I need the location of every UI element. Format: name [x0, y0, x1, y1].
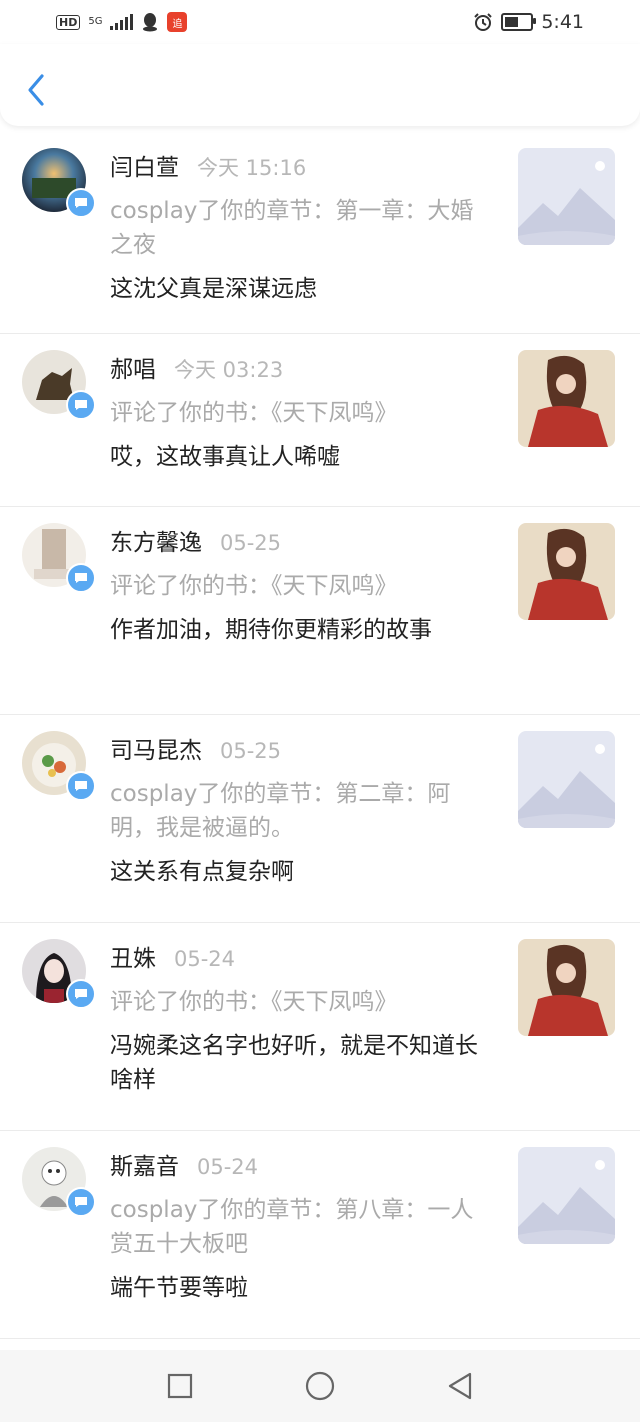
hd-indicator: HD — [56, 14, 81, 30]
comment-text: 作者加油，期待你更精彩的故事 — [110, 617, 432, 643]
alarm-icon — [474, 13, 493, 31]
comment-text: 冯婉柔这名字也好听，就是不知道长啥样 — [110, 1033, 478, 1093]
user-name[interactable]: 司马昆杰 — [110, 738, 202, 764]
recent-apps-button[interactable] — [165, 1371, 195, 1401]
home-button[interactable] — [305, 1371, 335, 1401]
back-button[interactable] — [445, 1371, 475, 1401]
circle-icon — [305, 1371, 335, 1401]
reference-text[interactable]: 评论了你的书：《天下凤鸣》 — [110, 569, 490, 603]
timestamp: 05-25 — [220, 531, 282, 555]
network-type: 5G — [88, 16, 103, 27]
timestamp: 05-24 — [174, 947, 236, 971]
name-line: 东方馨逸 05-25 — [110, 527, 490, 559]
comment-badge-icon — [66, 979, 96, 1009]
user-name[interactable]: 闫白萱 — [110, 155, 179, 181]
name-line: 斯嘉音 05-24 — [110, 1151, 490, 1183]
triangle-back-icon — [448, 1372, 472, 1400]
user-name[interactable]: 斯嘉音 — [110, 1154, 179, 1180]
status-left: HD 5G 追 — [56, 12, 188, 32]
timestamp: 今天 03:23 — [174, 358, 284, 382]
avatar-container[interactable] — [22, 939, 96, 1009]
system-nav-bar — [0, 1350, 640, 1422]
placeholder-image-thumb[interactable] — [518, 731, 615, 828]
comment-badge-icon — [66, 771, 96, 801]
book-cover-thumb[interactable] — [518, 350, 615, 447]
notification-item[interactable]: 斯嘉音 05-24 cosplay了你的章节：第八章：一人赏五十大板吧 端午节要等… — [0, 1131, 640, 1339]
status-right: 5:41 — [473, 11, 584, 33]
reference-text[interactable]: cosplay了你的章节：第二章：阿明，我是被逼的。 — [110, 777, 490, 845]
book-cover-thumb[interactable] — [518, 523, 615, 620]
notification-text: 斯嘉音 05-24 cosplay了你的章节：第八章：一人赏五十大板吧 端午节要等… — [110, 1151, 490, 1305]
notification-text: 闫白萱 今天 15:16 cosplay了你的章节：第一章：大婚之夜 这沈父真是深… — [110, 152, 490, 306]
signal-icon — [110, 14, 134, 30]
reference-text[interactable]: 评论了你的书：《天下凤鸣》 — [110, 396, 490, 430]
comment-badge-icon — [66, 563, 96, 593]
notification-list: 闫白萱 今天 15:16 cosplay了你的章节：第一章：大婚之夜 这沈父真是深… — [0, 132, 640, 1339]
comment-badge-icon — [66, 1187, 96, 1217]
notification-text: 东方馨逸 05-25 评论了你的书：《天下凤鸣》 作者加油，期待你更精彩的故事 — [110, 527, 490, 647]
avatar-container[interactable] — [22, 148, 96, 218]
app-notification-icon: 追 — [167, 12, 188, 32]
top-header — [0, 44, 640, 126]
square-icon — [167, 1373, 193, 1399]
notification-item[interactable]: 丑姝 05-24 评论了你的书：《天下凤鸣》 冯婉柔这名字也好听，就是不知道长啥样 — [0, 923, 640, 1131]
back-chevron-icon[interactable] — [24, 72, 48, 108]
reference-text[interactable]: cosplay了你的章节：第一章：大婚之夜 — [110, 194, 490, 262]
user-name[interactable]: 丑姝 — [110, 946, 156, 972]
clock: 5:41 — [541, 11, 584, 33]
placeholder-image-thumb[interactable] — [518, 148, 615, 245]
timestamp: 05-25 — [220, 739, 282, 763]
name-line: 丑姝 05-24 — [110, 943, 490, 975]
battery-icon — [501, 13, 537, 31]
name-line: 闫白萱 今天 15:16 — [110, 152, 490, 184]
user-name[interactable]: 东方馨逸 — [110, 530, 202, 556]
notification-text: 丑姝 05-24 评论了你的书：《天下凤鸣》 冯婉柔这名字也好听，就是不知道长啥样 — [110, 943, 490, 1097]
notification-item[interactable]: 郝唱 今天 03:23 评论了你的书：《天下凤鸣》 哎，这故事真让人唏嘘 — [0, 334, 640, 507]
notification-text: 司马昆杰 05-25 cosplay了你的章节：第二章：阿明，我是被逼的。 这关系… — [110, 735, 490, 889]
reference-text[interactable]: 评论了你的书：《天下凤鸣》 — [110, 985, 490, 1019]
user-name[interactable]: 郝唱 — [110, 357, 156, 383]
reference-text[interactable]: cosplay了你的章节：第八章：一人赏五十大板吧 — [110, 1193, 490, 1261]
comment-badge-icon — [66, 390, 96, 420]
avatar-container[interactable] — [22, 1147, 96, 1217]
avatar-container[interactable] — [22, 731, 96, 801]
notification-item[interactable]: 东方馨逸 05-25 评论了你的书：《天下凤鸣》 作者加油，期待你更精彩的故事 — [0, 507, 640, 715]
placeholder-image-thumb[interactable] — [518, 1147, 615, 1244]
notification-item[interactable]: 司马昆杰 05-25 cosplay了你的章节：第二章：阿明，我是被逼的。 这关系… — [0, 715, 640, 923]
avatar-container[interactable] — [22, 523, 96, 593]
avatar-container[interactable] — [22, 350, 96, 420]
comment-text: 这关系有点复杂啊 — [110, 859, 294, 885]
comment-text: 这沈父真是深谋远虑 — [110, 276, 317, 302]
comment-badge-icon — [66, 188, 96, 218]
comment-text: 端午节要等啦 — [110, 1275, 248, 1301]
name-line: 郝唱 今天 03:23 — [110, 354, 490, 386]
notification-text: 郝唱 今天 03:23 评论了你的书：《天下凤鸣》 哎，这故事真让人唏嘘 — [110, 354, 490, 474]
name-line: 司马昆杰 05-25 — [110, 735, 490, 767]
timestamp: 05-24 — [197, 1155, 259, 1179]
qq-icon — [143, 13, 158, 32]
comment-text: 哎，这故事真让人唏嘘 — [110, 444, 340, 470]
book-cover-thumb[interactable] — [518, 939, 615, 1036]
status-bar: HD 5G 追 5:41 — [0, 0, 640, 44]
notification-item[interactable]: 闫白萱 今天 15:16 cosplay了你的章节：第一章：大婚之夜 这沈父真是深… — [0, 132, 640, 334]
timestamp: 今天 15:16 — [197, 156, 307, 180]
